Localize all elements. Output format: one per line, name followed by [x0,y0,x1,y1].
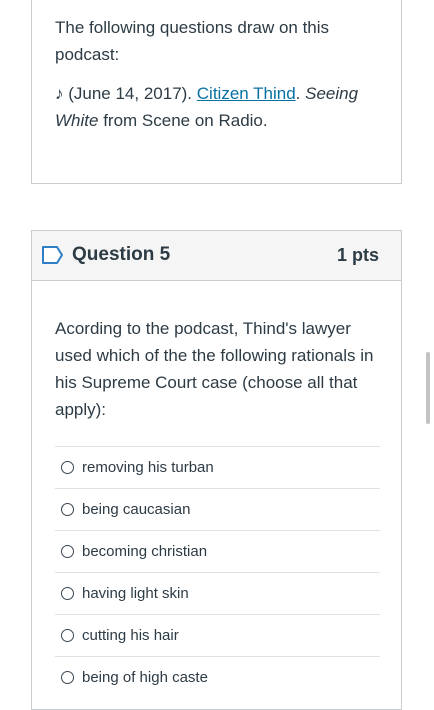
answer-label[interactable]: cutting his hair [82,627,179,644]
question-card: Question 5 1 pts Acording to the podcast… [31,230,402,710]
answer-option[interactable]: being caucasian [55,488,380,530]
citizen-thind-link[interactable]: Citizen Thind [197,84,296,103]
question-text: Acording to the podcast, Thind's lawyer … [55,319,374,419]
intro-heading-text: The following questions draw on this pod… [55,18,330,64]
citation-date: ♪ (June 14, 2017). [55,84,197,103]
answer-option[interactable]: becoming christian [55,530,380,572]
intro-text-card: The following questions draw on this pod… [31,0,402,184]
answer-list: removing his turban being caucasian beco… [55,446,380,698]
answer-option[interactable]: removing his turban [55,446,380,488]
podcast-citation: ♪ (June 14, 2017). Citizen Thind. Seeing… [55,80,385,134]
question-header: Question 5 1 pts [32,231,401,281]
question-title: Question 5 [72,244,171,265]
answer-label[interactable]: removing his turban [82,459,214,476]
question-points: 1 pts [336,245,379,265]
answer-label[interactable]: having light skin [82,585,189,602]
answer-label[interactable]: becoming christian [82,543,207,560]
radio-unchecked-icon[interactable] [61,671,74,684]
answer-option[interactable]: having light skin [55,572,380,614]
citation-separator: . [295,84,306,103]
radio-unchecked-icon[interactable] [61,545,74,558]
answer-label[interactable]: being caucasian [82,501,190,518]
radio-unchecked-icon[interactable] [61,587,74,600]
radio-unchecked-icon[interactable] [61,503,74,516]
citation-source: from Scene on Radio. [98,111,268,130]
flag-question-icon[interactable] [41,245,65,270]
radio-unchecked-icon[interactable] [61,629,74,642]
answer-option[interactable]: cutting his hair [55,614,380,656]
scrollbar-thumb[interactable] [426,352,430,424]
answer-option[interactable]: being of high caste [55,656,380,698]
radio-unchecked-icon[interactable] [61,461,74,474]
flag-icon[interactable] [42,0,68,10]
answer-label[interactable]: being of high caste [82,669,208,686]
